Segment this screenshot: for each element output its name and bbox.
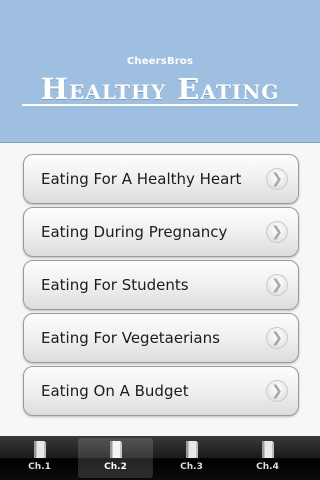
app-title: Healthy Eating <box>40 72 280 106</box>
menu-item-vegetarians[interactable]: Eating For Vegetaerians ❯ <box>23 313 299 363</box>
chevron-right-icon: ❯ <box>266 221 288 243</box>
menu-item-label: Eating For Students <box>41 276 189 294</box>
chevron-right-icon: ❯ <box>266 168 288 190</box>
menu-item-budget[interactable]: Eating On A Budget ❯ <box>23 366 299 416</box>
header-banner: CheersBros Healthy Eating <box>0 0 320 143</box>
chevron-right-icon: ❯ <box>266 327 288 349</box>
tab-ch3[interactable]: Ch.3 <box>154 438 229 478</box>
title-underline <box>22 104 298 106</box>
menu-item-healthy-heart[interactable]: Eating For A Healthy Heart ❯ <box>23 154 299 204</box>
tab-ch4[interactable]: Ch.4 <box>230 438 305 478</box>
book-icon <box>33 441 46 458</box>
book-icon <box>109 441 122 458</box>
book-icon <box>185 441 198 458</box>
tab-label: Ch.1 <box>28 462 51 472</box>
chevron-right-icon: ❯ <box>266 380 288 402</box>
menu-item-label: Eating For A Healthy Heart <box>41 170 242 188</box>
menu-item-students[interactable]: Eating For Students ❯ <box>23 260 299 310</box>
menu-item-label: Eating For Vegetaerians <box>41 329 220 347</box>
menu-item-label: Eating On A Budget <box>41 382 189 400</box>
brand-label: CheersBros <box>126 56 194 67</box>
tab-bar: Ch.1 Ch.2 Ch.3 Ch.4 <box>0 436 320 480</box>
menu-item-label: Eating During Pregnancy <box>41 223 228 241</box>
book-icon <box>261 441 274 458</box>
tab-label: Ch.3 <box>180 462 203 472</box>
chevron-right-icon: ❯ <box>266 274 288 296</box>
menu-item-pregnancy[interactable]: Eating During Pregnancy ❯ <box>23 207 299 257</box>
tab-ch1[interactable]: Ch.1 <box>2 438 77 478</box>
tab-ch2[interactable]: Ch.2 <box>78 438 153 478</box>
chapter-menu: Eating For A Healthy Heart ❯ Eating Duri… <box>0 143 320 437</box>
tab-label: Ch.4 <box>256 462 279 472</box>
tab-label: Ch.2 <box>104 462 127 472</box>
